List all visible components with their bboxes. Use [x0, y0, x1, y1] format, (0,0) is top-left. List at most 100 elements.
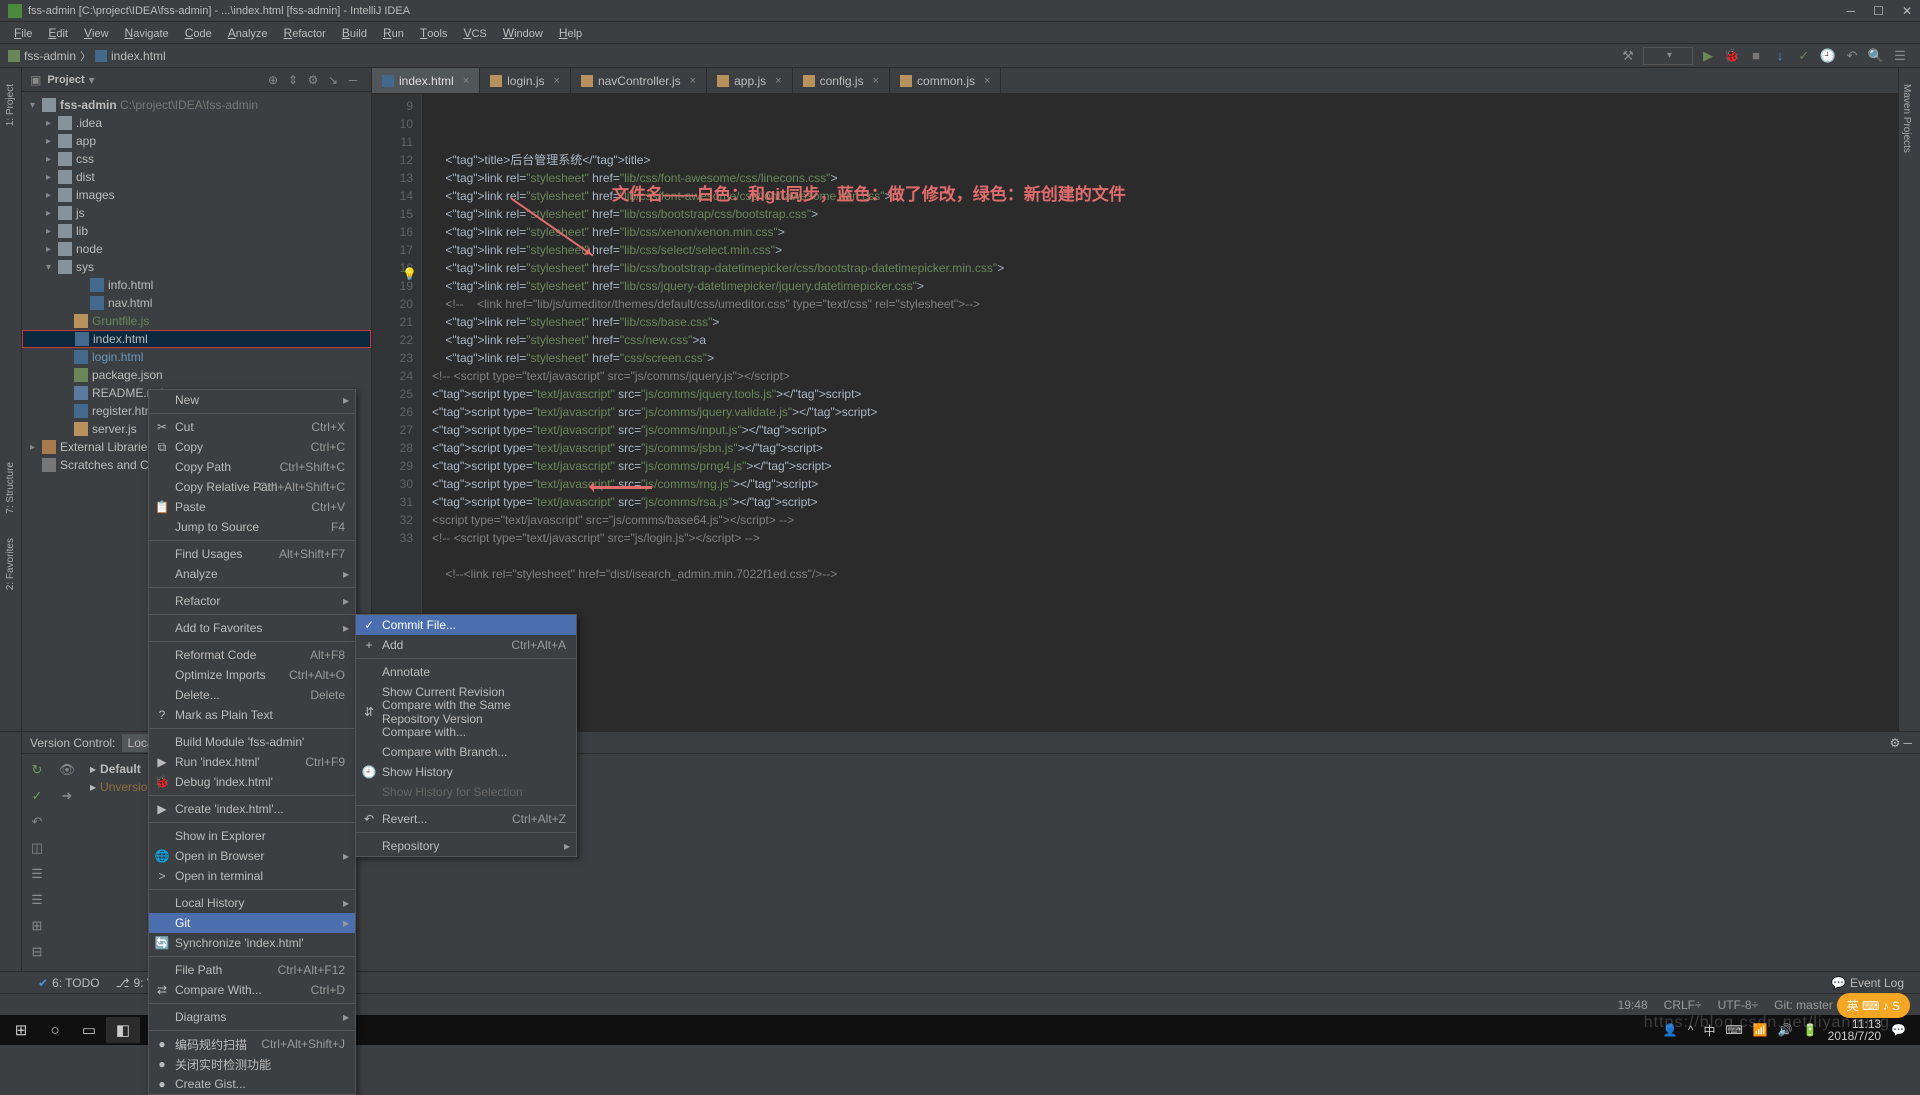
- menuitem-debug-index-html-[interactable]: 🐞Debug 'index.html': [149, 772, 355, 792]
- menuitem-delete-[interactable]: Delete...Delete: [149, 685, 355, 705]
- menuitem-analyze[interactable]: Analyze▸: [149, 564, 355, 584]
- folder-js[interactable]: ▸js: [22, 204, 371, 222]
- vc-refresh-icon[interactable]: ↻: [29, 762, 45, 778]
- tab-index.html[interactable]: index.html×: [372, 68, 480, 93]
- file-nav.html[interactable]: nav.html: [22, 294, 371, 312]
- vc-commit-icon[interactable]: ✓: [29, 788, 45, 804]
- stop-icon[interactable]: ■: [1747, 47, 1765, 65]
- vcs-commit-icon[interactable]: ✓: [1795, 47, 1813, 65]
- gruntfile[interactable]: Gruntfile.js: [92, 314, 149, 328]
- menuitem-add-to-favorites[interactable]: Add to Favorites▸: [149, 618, 355, 638]
- folder-app[interactable]: ▸app: [22, 132, 371, 150]
- start-button[interactable]: ⊞: [4, 1017, 38, 1043]
- menu-window[interactable]: Window: [495, 24, 551, 42]
- menu-refactor[interactable]: Refactor: [276, 24, 334, 42]
- todo-tab[interactable]: ✔6: TODO: [30, 974, 108, 992]
- menuitem--[interactable]: ●编码规约扫描Ctrl+Alt+Shift+J: [149, 1034, 355, 1054]
- folder-css[interactable]: ▸css: [22, 150, 371, 168]
- menuitem-compare-with-[interactable]: ⇄Compare With...Ctrl+D: [149, 980, 355, 1000]
- menuitem-refactor[interactable]: Refactor▸: [149, 591, 355, 611]
- search-icon[interactable]: 🔍: [1867, 47, 1885, 65]
- menuitem-file-path[interactable]: File PathCtrl+Alt+F12: [149, 960, 355, 980]
- menu-analyze[interactable]: Analyze: [220, 24, 276, 42]
- hide-icon[interactable]: ↘: [325, 72, 341, 88]
- menuitem-reformat-code[interactable]: Reformat CodeAlt+F8: [149, 645, 355, 665]
- file-login.html[interactable]: login.html: [22, 348, 371, 366]
- menuitem-cut[interactable]: ✂CutCtrl+X: [149, 417, 355, 437]
- context-menu-main[interactable]: New▸✂CutCtrl+X⧉CopyCtrl+CCopy PathCtrl+S…: [148, 389, 356, 1095]
- menu-navigate[interactable]: Navigate: [117, 24, 177, 42]
- build-icon[interactable]: ⚒: [1619, 47, 1637, 65]
- menuitem-open-in-terminal[interactable]: >Open in terminal: [149, 866, 355, 886]
- vcs-revert-icon[interactable]: ↶: [1843, 47, 1861, 65]
- vc-shelve-icon[interactable]: ☰: [29, 892, 45, 908]
- vcs-history-icon[interactable]: 🕘: [1819, 47, 1837, 65]
- menuitem--[interactable]: ●关闭实时检测功能: [149, 1054, 355, 1074]
- menuitem-compare-with-branch-[interactable]: Compare with Branch...: [356, 742, 576, 762]
- notification-icon[interactable]: 💬: [1891, 1023, 1906, 1037]
- minimize-panel-icon[interactable]: ─: [345, 72, 361, 88]
- menuitem-copy-path[interactable]: Copy PathCtrl+Shift+C: [149, 457, 355, 477]
- folder-node[interactable]: ▸node: [22, 240, 371, 258]
- maximize-button[interactable]: ☐: [1873, 4, 1884, 18]
- status-crlf[interactable]: CRLF÷: [1656, 998, 1710, 1012]
- menuitem-copy[interactable]: ⧉CopyCtrl+C: [149, 437, 355, 457]
- menu-tools[interactable]: Tools: [412, 24, 456, 42]
- run-config-dropdown[interactable]: ▾: [1643, 47, 1693, 65]
- vc-settings-icon[interactable]: ⚙: [1890, 736, 1901, 750]
- vc-expand-icon[interactable]: ⊟: [29, 944, 45, 960]
- folder-dist[interactable]: ▸dist: [22, 168, 371, 186]
- menuitem-paste[interactable]: 📋PasteCtrl+V: [149, 497, 355, 517]
- vc-diff-icon[interactable]: ◫: [29, 840, 45, 856]
- menuitem-create-index-html-[interactable]: ▶Create 'index.html'...: [149, 799, 355, 819]
- structure-toolwindow-tab[interactable]: 7: Structure: [3, 454, 18, 522]
- cortana-icon[interactable]: ○: [38, 1017, 72, 1043]
- vcs-update-icon[interactable]: ↓: [1771, 47, 1789, 65]
- tab-config.js[interactable]: config.js×: [793, 68, 890, 93]
- menuitem-synchronize-index-html-[interactable]: 🔄Synchronize 'index.html': [149, 933, 355, 953]
- menuitem-show-history[interactable]: 🕘Show History: [356, 762, 576, 782]
- event-log-tab[interactable]: 💬Event Log: [1823, 974, 1912, 992]
- breadcrumb[interactable]: fss-admin〉 index.html: [8, 48, 166, 64]
- vc-move-icon[interactable]: ➜: [59, 788, 75, 804]
- menuitem-show-in-explorer[interactable]: Show in Explorer: [149, 826, 355, 846]
- favorites-toolwindow-tab[interactable]: 2: Favorites: [3, 530, 18, 598]
- selected-file-row[interactable]: index.html: [22, 330, 371, 348]
- maven-tab[interactable]: Maven Projects: [1899, 76, 1914, 161]
- menuitem-copy-relative-path[interactable]: Copy Relative PathCtrl+Alt+Shift+C: [149, 477, 355, 497]
- context-menu-git[interactable]: ✓Commit File...+AddCtrl+Alt+AAnnotateSho…: [355, 614, 577, 857]
- menuitem-add[interactable]: +AddCtrl+Alt+A: [356, 635, 576, 655]
- menu-help[interactable]: Help: [551, 24, 590, 42]
- debug-icon[interactable]: 🐞: [1723, 47, 1741, 65]
- menuitem-git[interactable]: Git▸: [149, 913, 355, 933]
- menu-build[interactable]: Build: [334, 24, 375, 42]
- menuitem-create-gist-[interactable]: ●Create Gist...: [149, 1074, 355, 1094]
- tab-login.js[interactable]: login.js×: [480, 68, 571, 93]
- collapse-icon[interactable]: ▣: [30, 73, 41, 87]
- minimize-button[interactable]: ─: [1847, 4, 1856, 18]
- intention-bulb-icon[interactable]: 💡: [402, 265, 417, 283]
- menuitem-find-usages[interactable]: Find UsagesAlt+Shift+F7: [149, 544, 355, 564]
- menu-vcs[interactable]: VCS: [455, 24, 494, 42]
- menuitem-build-module-fss-admin-[interactable]: Build Module 'fss-admin': [149, 732, 355, 752]
- menuitem-local-history[interactable]: Local History▸: [149, 893, 355, 913]
- menuitem-revert-[interactable]: ↶Revert...Ctrl+Alt+Z: [356, 809, 576, 829]
- collapse-all-icon[interactable]: ⇕: [285, 72, 301, 88]
- menuitem-mark-as-plain-text[interactable]: ?Mark as Plain Text: [149, 705, 355, 725]
- folder-.idea[interactable]: ▸.idea: [22, 114, 371, 132]
- settings-icon[interactable]: ☰: [1891, 47, 1909, 65]
- vc-preview-icon[interactable]: 👁: [59, 762, 75, 778]
- vc-revert-icon[interactable]: ↶: [29, 814, 45, 830]
- sys-folder[interactable]: sys: [76, 260, 94, 274]
- vc-group-icon[interactable]: ⊞: [29, 918, 45, 934]
- file-package.json[interactable]: package.json: [22, 366, 371, 384]
- menuitem-repository[interactable]: Repository▸: [356, 836, 576, 856]
- tab-navController.js[interactable]: navController.js×: [571, 68, 707, 93]
- menuitem-commit-file-[interactable]: ✓Commit File...: [356, 615, 576, 635]
- menu-run[interactable]: Run: [375, 24, 412, 42]
- task-view-icon[interactable]: ▭: [72, 1017, 106, 1043]
- locate-icon[interactable]: ⊕: [265, 72, 281, 88]
- tab-app.js[interactable]: app.js×: [707, 68, 792, 93]
- file-info.html[interactable]: info.html: [22, 276, 371, 294]
- folder-images[interactable]: ▸images: [22, 186, 371, 204]
